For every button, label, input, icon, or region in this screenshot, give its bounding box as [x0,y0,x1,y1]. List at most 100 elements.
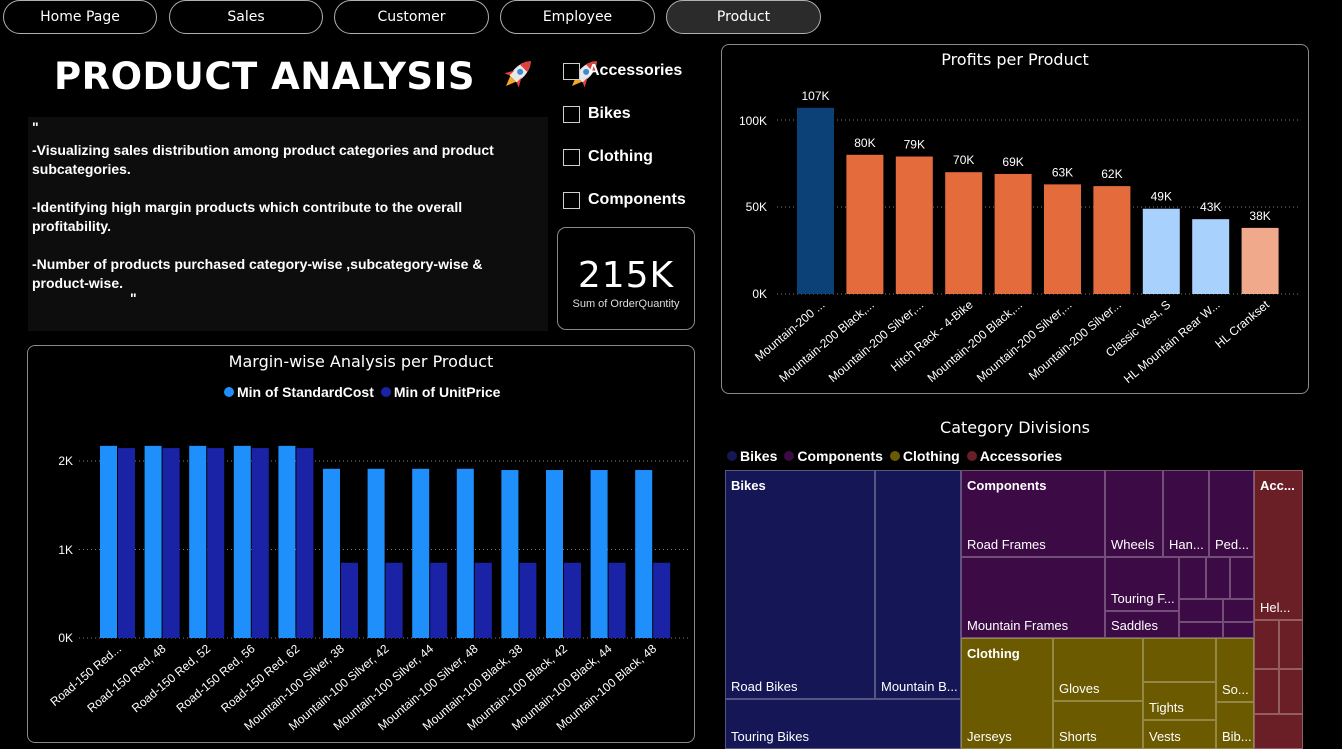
checkbox-icon[interactable] [563,148,580,166]
standard-cost-bar[interactable] [367,468,385,638]
treemap-tile-touring-frames[interactable]: Touring F... [1105,557,1179,611]
unit-price-bar[interactable] [162,448,180,638]
x-tick-label: Road-150 Red, 56 [174,641,258,715]
treemap-tile-tights[interactable]: Tights [1143,682,1216,720]
unit-price-bar[interactable] [296,448,314,638]
unit-price-bar[interactable] [430,562,448,638]
unit-price-bar[interactable] [653,562,671,638]
standard-cost-bar[interactable] [323,468,340,638]
treemap-tile-small[interactable] [1279,620,1303,669]
legend-item-components[interactable]: Components [784,448,883,464]
y-tick-label: 0K [58,631,73,645]
standard-cost-bar[interactable] [233,445,251,638]
treemap-tile-handlebars[interactable]: Han... [1163,470,1209,557]
standard-cost-bar[interactable] [144,445,162,638]
unit-price-bar[interactable] [385,562,403,638]
treemap-tile-mountain-frames[interactable]: Mountain Frames [961,557,1105,638]
checkbox-icon[interactable] [563,62,580,80]
unit-price-bar[interactable] [608,562,626,638]
nav-button-sales[interactable]: Sales [169,0,323,34]
profit-bar[interactable] [1044,184,1081,294]
treemap-tile-jerseys[interactable]: Clothing Jerseys [961,638,1053,749]
nav-button-employee[interactable]: Employee [500,0,655,34]
treemap-tile-small[interactable] [1179,557,1206,599]
checkbox-icon[interactable] [563,191,580,209]
standard-cost-bar[interactable] [278,445,296,638]
data-label: 43K [1200,200,1221,214]
slicer-option-clothing[interactable]: Clothing [563,148,653,166]
treemap-tile-small[interactable] [1179,622,1223,638]
treemap-tile-road-bikes[interactable]: Bikes Road Bikes [725,470,875,699]
unit-price-bar[interactable] [207,448,225,638]
standard-cost-bar[interactable] [456,468,474,638]
standard-cost-bar[interactable] [189,445,207,638]
page-title-text: PRODUCT ANALYSIS [54,55,475,98]
treemap-tile-small[interactable] [1254,714,1303,749]
treemap-category-header: Bikes [731,478,766,493]
treemap-tile-clothing-small[interactable] [1143,638,1216,682]
treemap-tile-shorts[interactable]: Shorts [1053,701,1143,749]
nav-label: Home Page [40,9,120,25]
profit-bar[interactable] [1192,219,1230,294]
slicer-option-bikes[interactable]: Bikes [563,105,631,123]
treemap-tile-small[interactable] [1254,620,1279,669]
profit-bar[interactable] [1093,186,1131,294]
kpi-card: 215K Sum of OrderQuantity [557,227,695,330]
treemap-tile-road-frames[interactable]: Components Road Frames [961,470,1105,557]
slicer-option-accessories[interactable]: Accessories [563,62,682,80]
treemap-tile-small[interactable] [1223,599,1254,622]
legend-dot-icon [784,451,795,461]
standard-cost-bar[interactable] [100,445,117,638]
treemap-tile-touring-bikes[interactable]: Touring Bikes [725,699,961,749]
standard-cost-bar[interactable] [635,470,653,638]
treemap-tile-socks[interactable]: So... [1216,638,1254,702]
nav-button-product[interactable]: Product [666,0,821,34]
slicer-option-components[interactable]: Components [563,191,686,209]
unit-price-bar[interactable] [341,562,358,638]
legend-item-clothing[interactable]: Clothing [889,448,960,464]
treemap-tile-saddles[interactable]: Saddles [1105,611,1179,638]
unit-price-bar[interactable] [474,562,492,638]
treemap-category-header: Components [967,478,1047,493]
profit-bar[interactable] [994,173,1032,294]
nav-button-home[interactable]: Home Page [3,0,157,34]
standard-cost-bar[interactable] [501,470,519,638]
legend-item-accessories[interactable]: Accessories [966,448,1062,464]
standard-cost-bar[interactable] [546,470,563,638]
profit-bar[interactable] [797,107,834,294]
treemap-tile-label: Wheels [1111,537,1155,552]
treemap-tile-gloves[interactable]: Gloves [1053,638,1143,701]
profit-bar[interactable] [1241,227,1279,294]
treemap-tile-wheels[interactable]: Wheels [1105,470,1163,557]
unit-price-bar[interactable] [519,562,537,638]
profit-bar[interactable] [945,172,983,294]
x-tick-label: Mountain-200 Silver,... [974,298,1074,385]
treemap-tile-helmets[interactable]: Acc... Hel... [1254,470,1303,620]
treemap-tile-small[interactable] [1254,669,1279,714]
y-tick-label: 2K [58,454,73,468]
legend-item-bikes[interactable]: Bikes [727,448,777,464]
standard-cost-bar[interactable] [412,468,430,638]
treemap-tile-label: Road Bikes [731,679,798,694]
page-title: PRODUCT ANALYSIS [54,54,604,98]
treemap-tile-label: Ped... [1215,537,1249,552]
treemap-tile-bib-shorts[interactable]: Bib... [1216,702,1254,749]
treemap-tile-vests[interactable]: Vests [1143,720,1216,749]
nav-button-customer[interactable]: Customer [334,0,489,34]
treemap-tile-pedals[interactable]: Ped... [1209,470,1254,557]
treemap-tile-small[interactable] [1179,599,1223,622]
treemap-tile-small[interactable] [1223,622,1254,638]
profit-bar[interactable] [1142,208,1180,294]
unit-price-bar[interactable] [564,562,581,638]
treemap-tile-label: Road Frames [967,537,1046,552]
checkbox-icon[interactable] [563,105,580,123]
profit-bar[interactable] [895,156,933,294]
unit-price-bar[interactable] [118,448,135,638]
standard-cost-bar[interactable] [590,470,608,638]
treemap-tile-small[interactable] [1230,557,1254,599]
profit-bar[interactable] [846,154,884,294]
unit-price-bar[interactable] [251,448,269,638]
treemap-tile-small[interactable] [1206,557,1230,599]
treemap-tile-small[interactable] [1279,669,1303,714]
treemap-tile-mountain-bikes[interactable]: Mountain B... [875,470,961,699]
